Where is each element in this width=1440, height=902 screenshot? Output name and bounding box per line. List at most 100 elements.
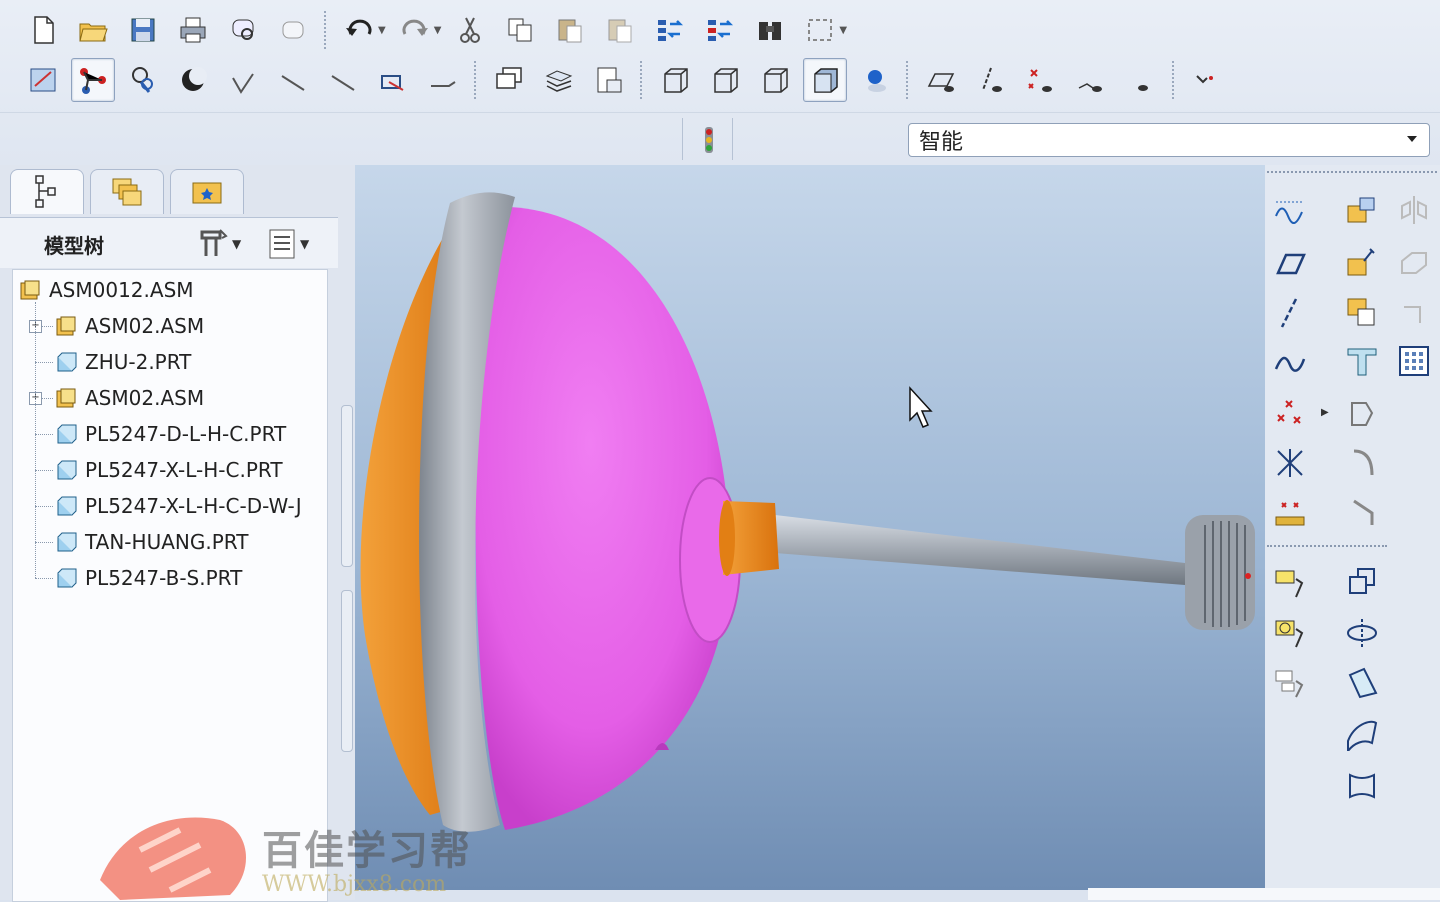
tree-connector <box>35 362 53 363</box>
panel-splitter[interactable] <box>338 165 355 900</box>
no-hidden-icon[interactable] <box>753 58 797 102</box>
tree-settings-button[interactable]: ▼ <box>196 226 241 262</box>
toolbar-separator <box>324 11 328 49</box>
selection-filter-select[interactable]: 智能 <box>908 123 1430 157</box>
package-icon[interactable] <box>1339 290 1385 336</box>
appearance-icon[interactable] <box>121 58 165 102</box>
traffic-light-icon[interactable] <box>687 118 731 162</box>
shell-icon[interactable] <box>1339 390 1385 436</box>
shading-icon[interactable] <box>171 58 215 102</box>
regenerate-manager-icon[interactable] <box>698 8 742 52</box>
csys-display-icon[interactable] <box>1069 58 1113 102</box>
tab-model-tree[interactable] <box>10 169 84 214</box>
splitter-grip[interactable] <box>341 590 353 752</box>
wireframe-icon[interactable] <box>653 58 697 102</box>
print-icon[interactable] <box>171 8 215 52</box>
navigator-tabs <box>10 169 250 217</box>
point-display-icon[interactable] <box>1019 58 1063 102</box>
annotation-display-icon[interactable] <box>1119 58 1163 102</box>
orient-4-icon[interactable] <box>371 58 415 102</box>
surface-icon[interactable] <box>1339 710 1385 756</box>
new-file-icon[interactable] <box>21 8 65 52</box>
repaint-icon[interactable] <box>21 58 65 102</box>
save-icon[interactable] <box>121 8 165 52</box>
tab-favorites[interactable] <box>170 169 244 214</box>
curve-icon[interactable] <box>1267 338 1313 384</box>
boundary-icon[interactable] <box>1339 762 1385 808</box>
splitter-grip[interactable] <box>341 405 353 567</box>
magenta-dome <box>475 207 741 830</box>
chamfer-icon[interactable] <box>1339 490 1385 536</box>
graphics-viewport[interactable] <box>355 165 1265 890</box>
select-box-icon[interactable] <box>798 8 842 52</box>
tree-node[interactable]: PL5247-X-L-H-C.PRT <box>55 454 283 486</box>
plane-icon[interactable] <box>1267 240 1313 286</box>
tab-folder-browser[interactable] <box>90 169 164 214</box>
saved-views-icon[interactable] <box>421 58 465 102</box>
regenerate-icon[interactable] <box>648 8 692 52</box>
datum-display-icon[interactable] <box>71 58 115 102</box>
point-icon[interactable] <box>1267 390 1313 436</box>
hidden-line-icon[interactable] <box>703 58 747 102</box>
copy-feature-icon[interactable] <box>1391 240 1437 286</box>
component-2-icon[interactable] <box>1267 610 1313 656</box>
layers-icon[interactable] <box>487 58 531 102</box>
round-icon[interactable] <box>1339 440 1385 486</box>
find-icon[interactable] <box>748 8 792 52</box>
pattern-icon[interactable] <box>1339 560 1385 606</box>
sketch-icon[interactable] <box>1267 187 1313 233</box>
model-display-icon[interactable] <box>587 58 631 102</box>
email-icon[interactable] <box>271 8 315 52</box>
tree-node[interactable]: PL5247-X-L-H-C-D-W-J <box>55 490 302 522</box>
undo-icon[interactable] <box>337 8 381 52</box>
orient-3-icon[interactable] <box>321 58 365 102</box>
assemble-icon[interactable] <box>1339 187 1385 233</box>
csys-icon[interactable] <box>1267 440 1313 486</box>
cut-icon[interactable] <box>448 8 492 52</box>
tree-connector <box>35 434 53 435</box>
spin-center-icon[interactable] <box>1185 58 1229 102</box>
part-icon <box>57 460 77 480</box>
shaded-icon[interactable] <box>803 58 847 102</box>
orient-1-icon[interactable] <box>221 58 265 102</box>
tree-columns-button[interactable]: ▼ <box>266 226 309 262</box>
create-comp-icon[interactable] <box>1339 240 1385 286</box>
enhanced-realism-icon[interactable] <box>853 58 897 102</box>
copy-icon[interactable] <box>498 8 542 52</box>
tree-node[interactable]: ZHU-2.PRT <box>55 346 191 378</box>
tree-node[interactable]: ASM0012.ASM <box>19 274 194 306</box>
view-manager-icon[interactable] <box>537 58 581 102</box>
paste-icon[interactable] <box>548 8 592 52</box>
orient-2-icon[interactable] <box>271 58 315 102</box>
tree-connector <box>35 470 53 471</box>
analysis-icon[interactable] <box>1267 490 1313 536</box>
watermark-title: 百佳学习帮 <box>262 828 472 874</box>
redo-dropdown-icon[interactable]: ▼ <box>434 25 442 36</box>
part-icon <box>57 424 77 444</box>
component-icon[interactable] <box>1267 560 1313 606</box>
tree-node[interactable]: ASM02.ASM <box>55 382 204 414</box>
redo-icon[interactable] <box>393 8 437 52</box>
tree-node[interactable]: PL5247-D-L-H-C.PRT <box>55 418 286 450</box>
tree-node-label: ZHU-2.PRT <box>85 350 192 374</box>
mirror-icon[interactable] <box>1391 187 1437 233</box>
merge-icon[interactable] <box>1391 290 1437 336</box>
axis-icon[interactable] <box>1267 290 1313 336</box>
layout-icon[interactable] <box>1339 338 1385 384</box>
plane-display-icon[interactable] <box>919 58 963 102</box>
draft-icon[interactable] <box>1339 660 1385 706</box>
tree-node[interactable]: TAN-HUANG.PRT <box>55 526 248 558</box>
grid-icon[interactable] <box>1391 338 1437 384</box>
tree-node[interactable]: PL5247-B-S.PRT <box>55 562 242 594</box>
paste-special-icon[interactable] <box>598 8 642 52</box>
tree-node-label: TAN-HUANG.PRT <box>85 530 249 554</box>
undo-dropdown-icon[interactable]: ▼ <box>378 25 386 36</box>
select-dropdown-icon[interactable]: ▼ <box>839 25 847 36</box>
tree-node[interactable]: ASM02.ASM <box>55 310 204 342</box>
revolve-icon[interactable] <box>1339 610 1385 656</box>
axis-display-icon[interactable] <box>969 58 1013 102</box>
component-3-icon[interactable] <box>1267 660 1313 706</box>
print-preview-icon[interactable] <box>221 8 265 52</box>
toolbar-row-1: ▼ ▼ ▼ <box>18 4 851 56</box>
open-file-icon[interactable] <box>71 8 115 52</box>
